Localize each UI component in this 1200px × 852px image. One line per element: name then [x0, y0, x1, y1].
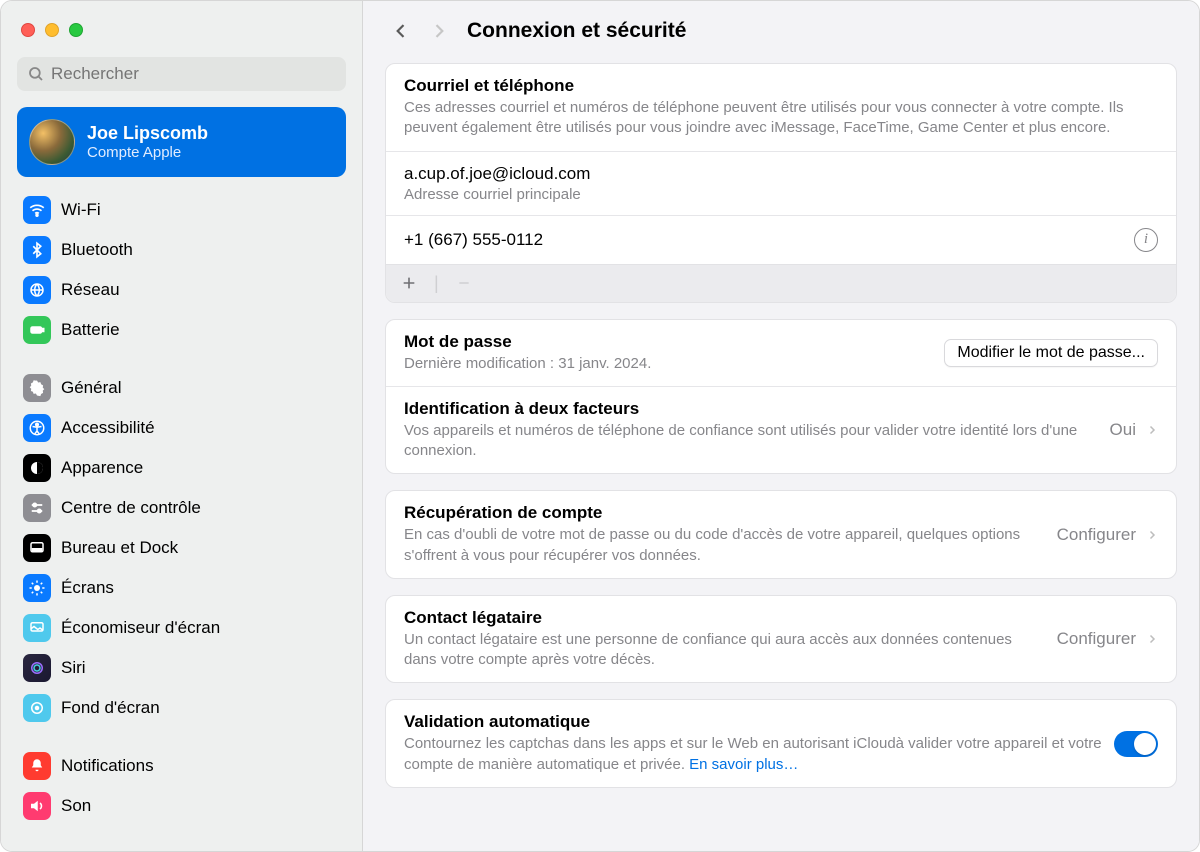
page-title: Connexion et sécurité: [467, 19, 686, 43]
sidebar-item-label: Économiseur d'écran: [61, 618, 220, 638]
legacy-contact-row[interactable]: Contact légataire Un contact légataire e…: [386, 596, 1176, 683]
search-field[interactable]: [17, 57, 346, 91]
legacy-contact-value: Configurer: [1057, 629, 1136, 649]
search-input[interactable]: [51, 64, 336, 84]
wifi-icon: [23, 196, 51, 224]
sidebar-item-label: Accessibilité: [61, 418, 155, 438]
sidebar-item-appearance[interactable]: Apparence: [17, 449, 346, 487]
sidebar-item-accessibility[interactable]: Accessibilité: [17, 409, 346, 447]
sidebar-item-label: Wi-Fi: [61, 200, 101, 220]
sidebar-item-label: Écrans: [61, 578, 114, 598]
section-heading: Courriel et téléphone: [404, 76, 1158, 96]
primary-email-value: a.cup.of.joe@icloud.com: [404, 164, 1158, 184]
search-icon: [27, 65, 45, 83]
section-desc: En cas d'oubli de votre mot de passe ou …: [404, 525, 1045, 566]
account-sub: Compte Apple: [87, 144, 208, 161]
section-desc: Dernière modification : 31 janv. 2024.: [404, 354, 932, 374]
sidebar-item-notifications[interactable]: Notifications: [17, 747, 346, 785]
sliders-icon: [23, 494, 51, 522]
sidebar-item-sound[interactable]: Son: [17, 787, 346, 825]
section-heading: Validation automatique: [404, 712, 1102, 732]
accessibility-icon: [23, 414, 51, 442]
two-factor-row[interactable]: Identification à deux facteurs Vos appar…: [386, 386, 1176, 474]
sidebar-item-label: Bureau et Dock: [61, 538, 178, 558]
sidebar-item-desktop-dock[interactable]: Bureau et Dock: [17, 529, 346, 567]
sidebar-item-wifi[interactable]: Wi-Fi: [17, 191, 346, 229]
sidebar-item-label: Siri: [61, 658, 86, 678]
brightness-icon: [23, 574, 51, 602]
screensaver-icon: [23, 614, 51, 642]
window-controls: [1, 9, 362, 57]
section-desc: Vos appareils et numéros de téléphone de…: [404, 421, 1098, 462]
appearance-icon: [23, 454, 51, 482]
zoom-window-button[interactable]: [69, 23, 83, 37]
sidebar-item-siri[interactable]: Siri: [17, 649, 346, 687]
globe-icon: [23, 276, 51, 304]
sidebar-item-bluetooth[interactable]: Bluetooth: [17, 231, 346, 269]
primary-email-label: Adresse courriel principale: [404, 186, 1158, 203]
sidebar-item-network[interactable]: Réseau: [17, 271, 346, 309]
phone-value: +1 (667) 555-0112: [404, 230, 543, 250]
section-desc: Ces adresses courriel et numéros de télé…: [404, 98, 1158, 139]
section-heading: Contact légataire: [404, 608, 1045, 628]
account-recovery-value: Configurer: [1057, 525, 1136, 545]
two-factor-value: Oui: [1110, 420, 1136, 440]
sidebar-item-label: Fond d'écran: [61, 698, 160, 718]
sidebar-item-label: Centre de contrôle: [61, 498, 201, 518]
account-name: Joe Lipscomb: [87, 123, 208, 144]
sidebar-item-screensaver[interactable]: Économiseur d'écran: [17, 609, 346, 647]
phone-row[interactable]: +1 (667) 555-0112 i: [386, 215, 1176, 264]
chevron-right-icon: [1146, 527, 1158, 543]
minimize-window-button[interactable]: [45, 23, 59, 37]
learn-more-link[interactable]: En savoir plus…: [689, 756, 798, 773]
remove-button[interactable]: [455, 274, 473, 292]
bluetooth-icon: [23, 236, 51, 264]
sidebar-item-label: Apparence: [61, 458, 143, 478]
siri-icon: [23, 654, 51, 682]
section-desc: Un contact légataire est une personne de…: [404, 630, 1045, 671]
account-recovery-row[interactable]: Récupération de compte En cas d'oubli de…: [386, 491, 1176, 578]
dock-icon: [23, 534, 51, 562]
wallpaper-icon: [23, 694, 51, 722]
sidebar-item-label: Général: [61, 378, 121, 398]
password-group: Mot de passe Dernière modification : 31 …: [385, 319, 1177, 475]
sidebar-item-label: Réseau: [61, 280, 120, 300]
back-button[interactable]: [391, 21, 411, 41]
change-password-button[interactable]: Modifier le mot de passe...: [944, 339, 1158, 367]
chevron-right-icon: [1146, 631, 1158, 647]
email-phone-group: Courriel et téléphone Ces adresses courr…: [385, 63, 1177, 303]
account-recovery-group: Récupération de compte En cas d'oubli de…: [385, 490, 1177, 579]
section-heading: Récupération de compte: [404, 503, 1045, 523]
speaker-icon: [23, 792, 51, 820]
close-window-button[interactable]: [21, 23, 35, 37]
sidebar-item-control-center[interactable]: Centre de contrôle: [17, 489, 346, 527]
sidebar-item-label: Notifications: [61, 756, 154, 776]
primary-email-row[interactable]: a.cup.of.joe@icloud.com Adresse courriel…: [386, 151, 1176, 215]
info-icon[interactable]: i: [1134, 228, 1158, 252]
auto-validation-group: Validation automatique Contournez les ca…: [385, 699, 1177, 788]
battery-icon: [23, 316, 51, 344]
sidebar-item-account[interactable]: Joe Lipscomb Compte Apple: [17, 107, 346, 177]
add-button[interactable]: [400, 274, 418, 292]
chevron-right-icon: [1146, 422, 1158, 438]
legacy-contact-group: Contact légataire Un contact légataire e…: [385, 595, 1177, 684]
sidebar-item-general[interactable]: Général: [17, 369, 346, 407]
sidebar-item-label: Batterie: [61, 320, 120, 340]
sidebar-item-battery[interactable]: Batterie: [17, 311, 346, 349]
avatar: [29, 119, 75, 165]
sidebar-item-displays[interactable]: Écrans: [17, 569, 346, 607]
section-desc: Contournez les captchas dans les apps et…: [404, 734, 1102, 775]
section-heading: Identification à deux facteurs: [404, 399, 1098, 419]
section-heading: Mot de passe: [404, 332, 932, 352]
auto-validation-toggle[interactable]: [1114, 731, 1158, 757]
bell-icon: [23, 752, 51, 780]
gear-icon: [23, 374, 51, 402]
sidebar-item-label: Son: [61, 796, 91, 816]
forward-button[interactable]: [429, 21, 449, 41]
sidebar-item-label: Bluetooth: [61, 240, 133, 260]
sidebar-item-wallpaper[interactable]: Fond d'écran: [17, 689, 346, 727]
